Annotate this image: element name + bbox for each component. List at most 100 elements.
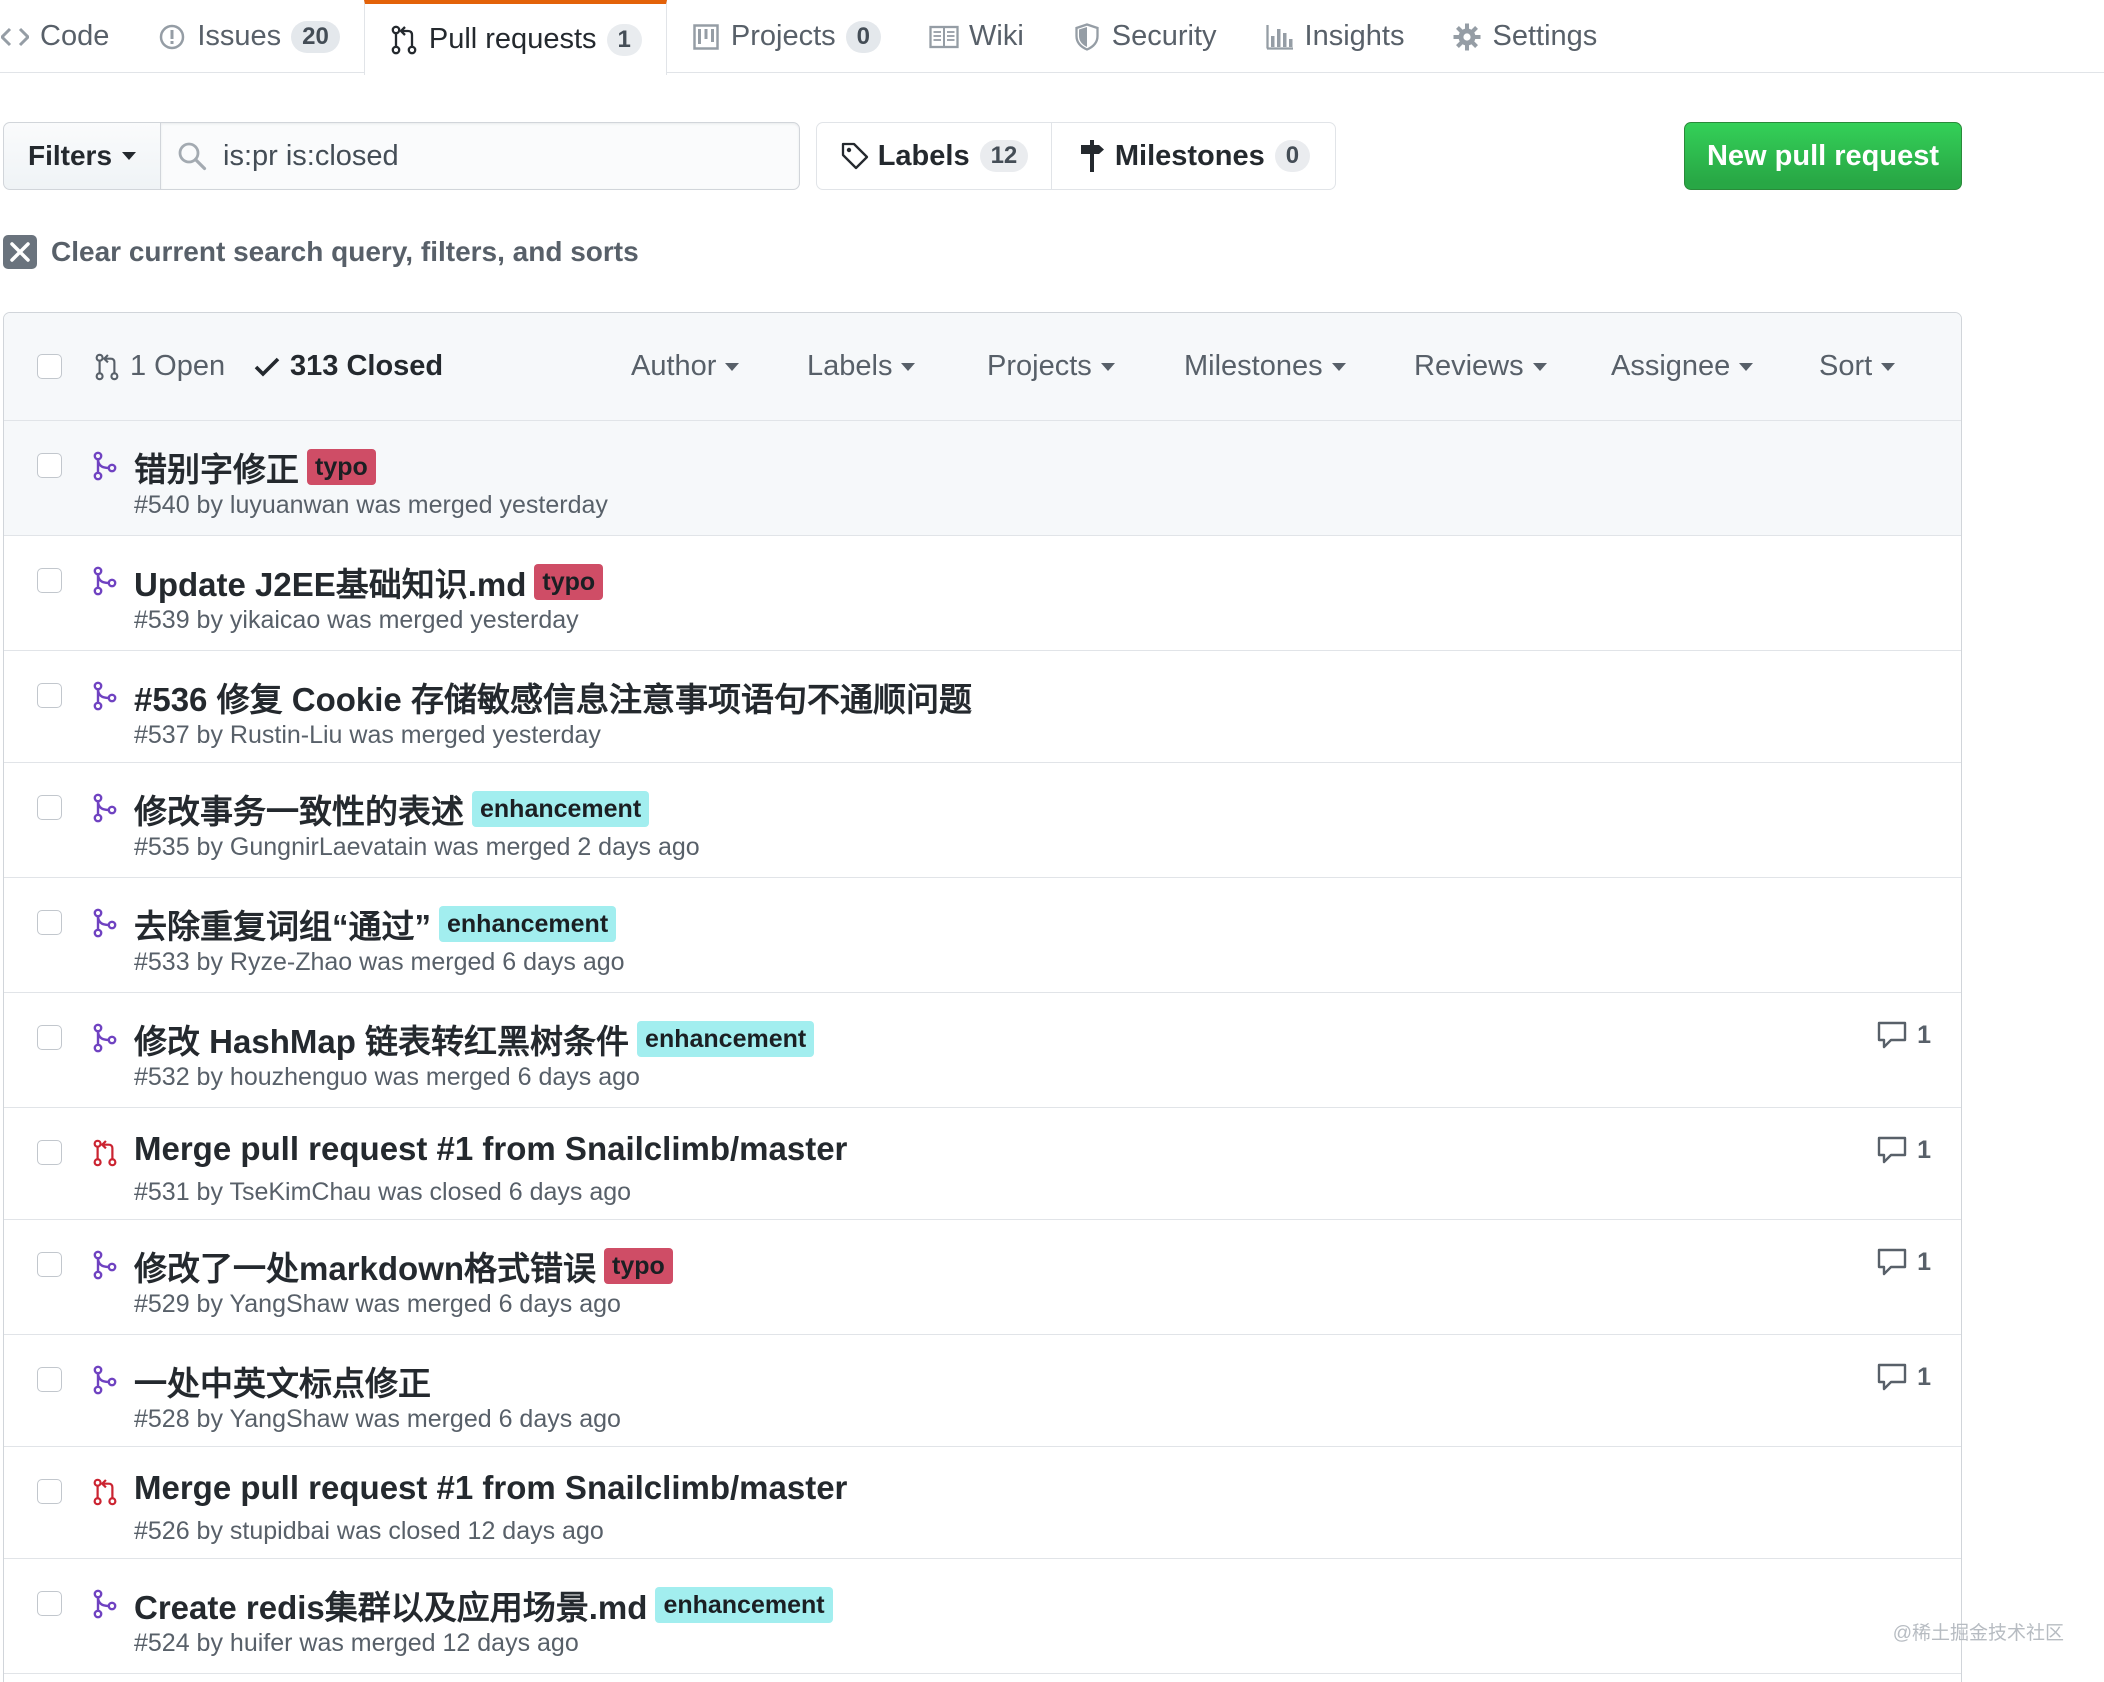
pull-request-title-link[interactable]: 修改事务一致性的表述 (134, 785, 464, 833)
pull-request-title-link[interactable]: Create redis集群以及应用场景.md (134, 1581, 647, 1629)
pull-request-row[interactable]: 修改事务一致性的表述 enhancement #535 by GungnirLaev… (4, 763, 1961, 878)
pull-request-row[interactable]: #536 修复 Cookie 存储敏感信息注意事项语句不通顺问题 #537 by … (4, 651, 1961, 763)
milestones-counter: 0 (1274, 140, 1311, 172)
open-filter[interactable]: 1 Open (92, 350, 225, 383)
author-filter[interactable]: Author (631, 350, 740, 383)
pull-request-row[interactable]: 去除重复词组“通过” enhancement #533 by Ryze-Zhao w… (4, 878, 1961, 993)
pull-request-title-row: Merge pull request #1 from Snailclimb/ma… (134, 1469, 847, 1507)
milestones-label: Milestones (1114, 139, 1265, 172)
row-checkbox[interactable] (37, 1591, 62, 1616)
label-badge-enhancement[interactable]: enhancement (439, 906, 617, 942)
pull-request-meta: #539 by yikaicao was merged yesterday (134, 606, 579, 634)
tab-pull-requests[interactable]: Pull requests 1 (363, 0, 667, 75)
comment-icon (1877, 1361, 1909, 1393)
row-checkbox[interactable] (37, 1479, 62, 1504)
chevron-down-icon (1881, 362, 1896, 371)
new-pull-request-button[interactable]: New pull request (1684, 122, 1962, 190)
row-checkbox[interactable] (37, 683, 62, 708)
pull-request-row[interactable]: 修改 HashMap 链表转红黑树条件 enhancement #532 by ho… (4, 993, 1961, 1108)
pull-request-row[interactable]: Create redis集群以及应用场景.md enhancement #524 b… (4, 1559, 1961, 1674)
tab-projects[interactable]: Projects 0 (667, 0, 905, 73)
row-checkbox[interactable] (37, 1367, 62, 1392)
search-input[interactable] (223, 139, 783, 173)
pull-request-title-link[interactable]: 一处中英文标点修正 (134, 1357, 431, 1405)
pull-request-meta: #537 by Rustin-Liu was merged yesterday (134, 721, 601, 749)
labels-filter[interactable]: Labels (807, 350, 916, 383)
check-icon (252, 352, 282, 382)
milestone-icon (1077, 140, 1107, 172)
row-checkbox[interactable] (37, 910, 62, 935)
graph-icon (1265, 22, 1295, 52)
assignee-filter[interactable]: Assignee (1611, 350, 1754, 383)
pull-request-row[interactable]: Merge pull request #1 from Snailclimb/ma… (4, 1108, 1961, 1220)
tab-issues[interactable]: Issues 20 (133, 0, 364, 73)
label-badge-typo[interactable]: typo (307, 449, 376, 485)
projects-filter[interactable]: Projects (987, 350, 1115, 383)
pull-request-row[interactable]: 错别字修正 typo #540 by luyuanwan was merged ye… (4, 421, 1961, 536)
row-checkbox[interactable] (37, 568, 62, 593)
milestones-filter[interactable]: Milestones (1184, 350, 1346, 383)
pull-request-meta: #526 by stupidbai was closed 12 days ago (134, 1517, 604, 1545)
pull-request-title-link[interactable]: Merge pull request #1 from Snailclimb/ma… (134, 1130, 847, 1168)
tab-label: Pull requests (428, 23, 597, 55)
comment-count: 1 (1917, 1247, 1931, 1276)
row-checkbox[interactable] (37, 795, 62, 820)
pull-request-title-row: Create redis集群以及应用场景.md enhancement (134, 1581, 833, 1629)
tab-security[interactable]: Security (1048, 0, 1241, 73)
labels-button[interactable]: Labels 12 (816, 122, 1052, 190)
milestones-button[interactable]: Milestones 0 (1051, 122, 1336, 190)
filter-label: Projects (987, 350, 1092, 382)
reviews-filter[interactable]: Reviews (1414, 350, 1547, 383)
row-checkbox[interactable] (37, 1252, 62, 1277)
pull-request-title-link[interactable]: 错别字修正 (134, 443, 299, 491)
pull-request-title-link[interactable]: Merge pull request #1 from Snailclimb/ma… (134, 1469, 847, 1507)
row-checkbox[interactable] (37, 453, 62, 478)
row-checkbox[interactable] (37, 1140, 62, 1165)
chevron-down-icon (1739, 362, 1754, 371)
pull-request-title-link[interactable]: 去除重复词组“通过” (134, 900, 431, 948)
tab-label: Security (1111, 20, 1217, 52)
issues-counter: 20 (291, 20, 340, 53)
pull-request-title-link[interactable]: 修改 HashMap 链表转红黑树条件 (134, 1015, 629, 1063)
label-badge-enhancement[interactable]: enhancement (472, 791, 650, 827)
pull-request-row[interactable]: Merge pull request #1 from Snailclimb/ma… (4, 1447, 1961, 1559)
chevron-down-icon (725, 362, 740, 371)
pull-request-title-link[interactable]: #536 修复 Cookie 存储敏感信息注意事项语句不通顺问题 (134, 673, 972, 721)
comment-icon (1877, 1019, 1909, 1051)
clear-search-link[interactable]: Clear current search query, filters, and… (3, 232, 639, 272)
row-checkbox[interactable] (37, 1025, 62, 1050)
filters-button[interactable]: Filters (3, 122, 161, 190)
tab-code[interactable]: Code (0, 0, 133, 73)
tab-wiki[interactable]: Wiki (905, 0, 1048, 73)
sort-filter[interactable]: Sort (1819, 350, 1896, 383)
pull-request-title-link[interactable]: 修改了一处markdown格式错误 (134, 1242, 596, 1290)
tab-settings[interactable]: Settings (1428, 0, 1621, 73)
tab-label: Code (40, 20, 110, 52)
label-badge-typo[interactable]: typo (604, 1248, 673, 1284)
pull-request-title-row: 一处中英文标点修正 (134, 1357, 431, 1405)
git-merge-icon (90, 679, 120, 713)
closed-filter[interactable]: 313 Closed (252, 350, 443, 383)
pull-request-row[interactable]: 一处中英文标点修正 #528 by YangShaw was merged 6 d… (4, 1335, 1961, 1447)
pull-request-title-link[interactable]: Update J2EE基础知识.md (134, 558, 526, 606)
pull-request-meta: #533 by Ryze-Zhao was merged 6 days ago (134, 948, 625, 976)
select-all-checkbox[interactable] (37, 354, 62, 379)
comments-link[interactable]: 1 (1877, 1361, 1931, 1393)
project-icon (691, 22, 721, 52)
labels-counter: 12 (979, 140, 1029, 172)
comments-link[interactable]: 1 (1877, 1019, 1931, 1051)
comments-link[interactable]: 1 (1877, 1134, 1931, 1166)
book-icon (929, 22, 959, 52)
git-merge-icon (90, 906, 120, 940)
label-badge-enhancement[interactable]: enhancement (655, 1587, 833, 1623)
search-box (160, 122, 800, 190)
pull-request-row[interactable]: 修改了一处markdown格式错误 typo #529 by YangShaw wa… (4, 1220, 1961, 1335)
comments-link[interactable]: 1 (1877, 1246, 1931, 1278)
label-badge-typo[interactable]: typo (534, 564, 604, 600)
label-badge-enhancement[interactable]: enhancement (637, 1021, 815, 1057)
clear-search-label: Clear current search query, filters, and… (51, 236, 639, 267)
pull-request-row[interactable]: Update J2EE基础知识.md typo #539 by yikaicao w… (4, 536, 1961, 651)
tab-insights[interactable]: Insights (1241, 0, 1429, 73)
comment-icon (1877, 1134, 1909, 1166)
comment-count: 1 (1917, 1020, 1931, 1049)
